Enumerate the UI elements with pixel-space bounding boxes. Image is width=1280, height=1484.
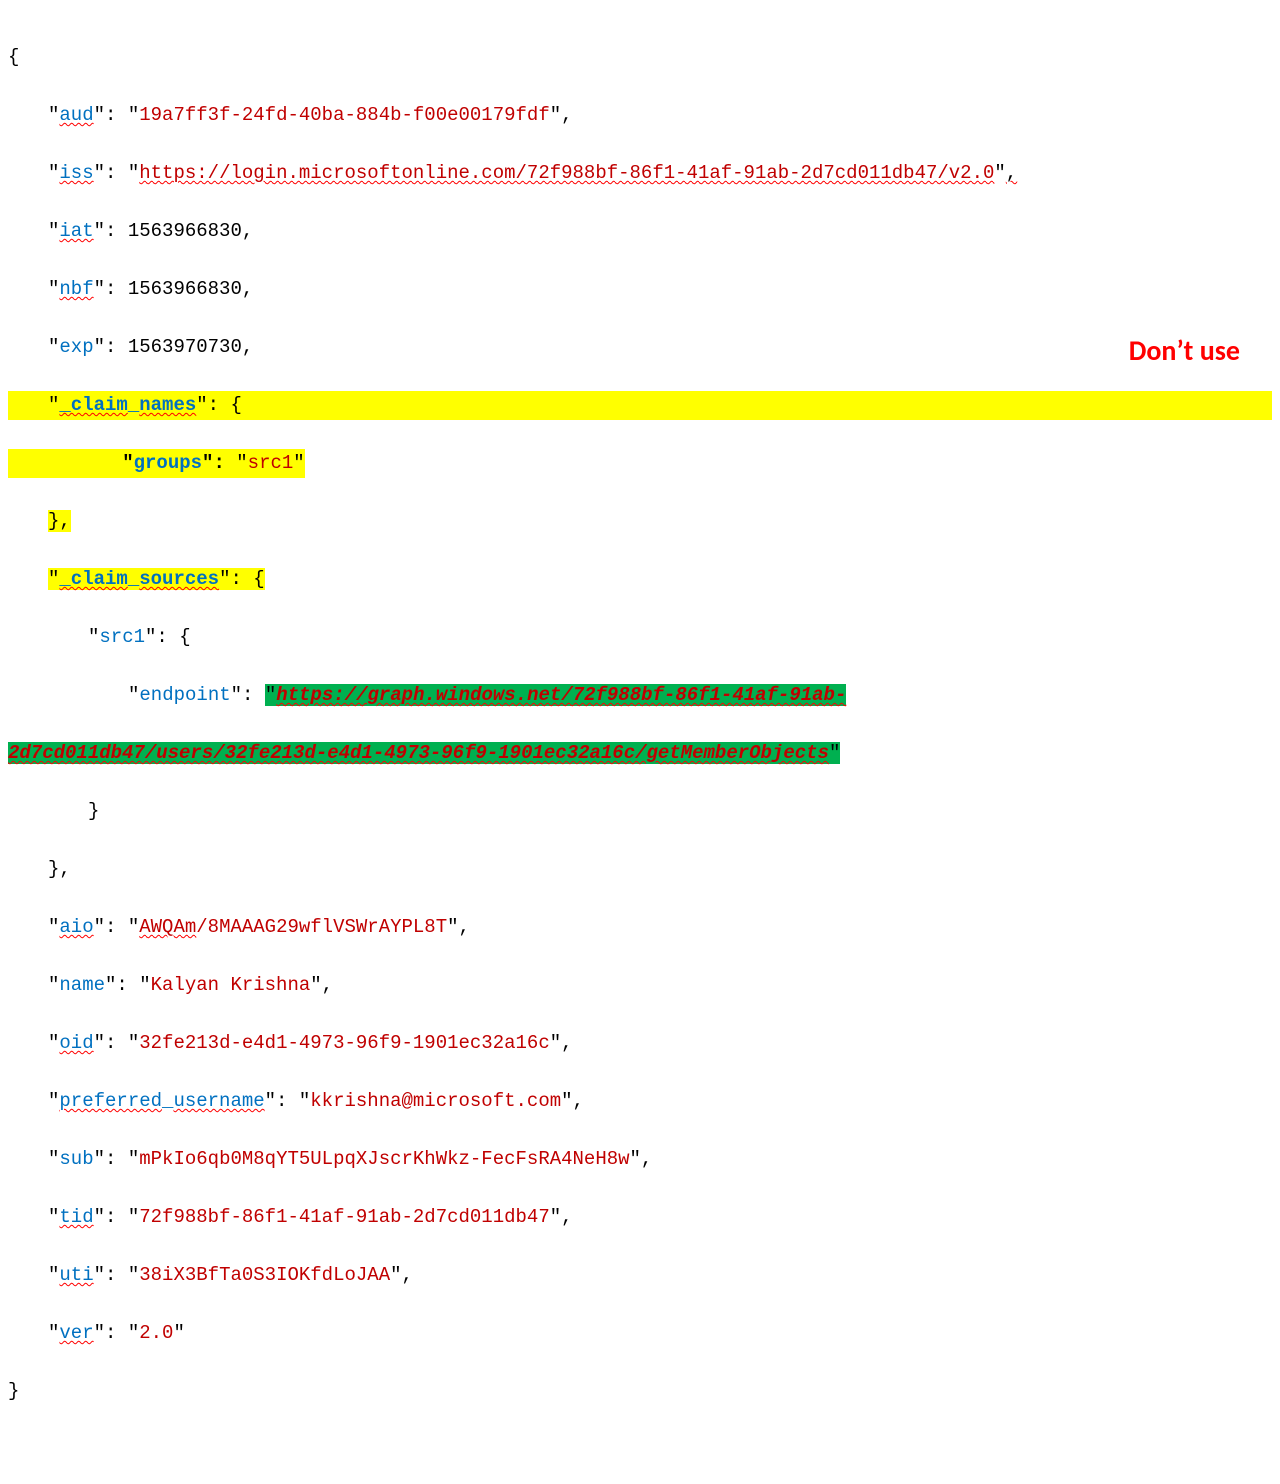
key-tid: tid: [59, 1206, 93, 1228]
key-claim-sources-part: _claim: [59, 568, 127, 590]
key-claim-sources-part: sources: [139, 568, 219, 590]
val-uti: 38iX3BfTa0S3IOKfdLoJAA: [139, 1264, 390, 1286]
val-exp: 1563970730: [128, 336, 242, 358]
code-line: "src1": {: [8, 623, 1272, 652]
key-aio: aio: [59, 916, 93, 938]
code-line: 2d7cd011db47/users/32fe213d-e4d1-4973-96…: [8, 739, 1272, 768]
code-line: "aio": "AWQAm/8MAAAG29wflVSWrAYPL8T",: [8, 913, 1272, 942]
key-claim-names-part: names: [139, 394, 196, 416]
key-pref-user-part: preferred: [59, 1090, 162, 1112]
key-groups: groups: [134, 452, 202, 474]
code-line: "name": "Kalyan Krishna",: [8, 971, 1272, 1000]
code-line: "iss": "https://login.microsoftonline.co…: [8, 159, 1272, 188]
val-nbf: 1563966830: [128, 278, 242, 300]
key-exp: exp: [59, 336, 93, 358]
val-preferred-username: kkrishna@microsoft.com: [310, 1090, 561, 1112]
code-line: "oid": "32fe213d-e4d1-4973-96f9-1901ec32…: [8, 1029, 1272, 1058]
code-line: }: [8, 797, 1272, 826]
key-oid: oid: [59, 1032, 93, 1054]
key-src1: src1: [99, 626, 145, 648]
val-name: Kalyan Krishna: [151, 974, 311, 996]
annotation-dont-use: Don’t use: [1129, 336, 1240, 365]
key-endpoint: endpoint: [139, 684, 230, 706]
key-aud: aud: [59, 104, 93, 126]
code-line: "aud": "19a7ff3f-24fd-40ba-884b-f00e0017…: [8, 101, 1272, 130]
val-iss[interactable]: https://login.microsoftonline.com/72f988…: [139, 162, 994, 184]
code-line: "uti": "38iX3BfTa0S3IOKfdLoJAA",: [8, 1261, 1272, 1290]
code-line: "tid": "72f988bf-86f1-41af-91ab-2d7cd011…: [8, 1203, 1272, 1232]
val-endpoint-part2[interactable]: 2d7cd011db47/users/32fe213d-e4d1-4973-96…: [8, 742, 829, 764]
val-ver: 2.0: [139, 1322, 173, 1344]
key-uti: uti: [59, 1264, 93, 1286]
val-aio-part2: /8MAAAG29wflVSWrAYPL8T: [196, 916, 447, 938]
code-line: "_claim_sources": {: [8, 565, 1272, 594]
code-line: "iat": 1563966830,: [8, 217, 1272, 246]
val-groups: src1: [248, 452, 294, 474]
code-line: "preferred_username": "kkrishna@microsof…: [8, 1087, 1272, 1116]
key-sub: sub: [59, 1148, 93, 1170]
code-line: "ver": "2.0": [8, 1319, 1272, 1348]
code-line-highlight: "_claim_names": {: [8, 391, 1272, 420]
val-iat: 1563966830: [128, 220, 242, 242]
key-iss: iss: [59, 162, 93, 184]
val-endpoint-part1[interactable]: https://graph.windows.net/72f988bf-86f1-…: [276, 684, 846, 706]
code-line: "endpoint": "https://graph.windows.net/7…: [8, 681, 1272, 710]
key-ver: ver: [59, 1322, 93, 1344]
val-oid: 32fe213d-e4d1-4973-96f9-1901ec32a16c: [139, 1032, 549, 1054]
key-iat: iat: [59, 220, 93, 242]
code-line: {: [8, 43, 1272, 72]
key-claim-names-part: _claim: [59, 394, 127, 416]
code-line-highlight: "groups": "src1": [8, 449, 305, 478]
key-nbf: nbf: [59, 278, 93, 300]
val-aio-part1: AWQAm: [139, 916, 196, 938]
code-line: "exp": 1563970730,: [8, 333, 1272, 362]
val-aud: 19a7ff3f-24fd-40ba-884b-f00e00179fdf: [139, 104, 549, 126]
code-line: "nbf": 1563966830,: [8, 275, 1272, 304]
json-token-block: { "aud": "19a7ff3f-24fd-40ba-884b-f00e00…: [0, 0, 1280, 1484]
val-sub: mPkIo6qb0M8qYT5ULpqXJscrKhWkz-FecFsRA4Ne…: [139, 1148, 629, 1170]
code-line: },: [8, 855, 1272, 884]
code-line: "sub": "mPkIo6qb0M8qYT5ULpqXJscrKhWkz-Fe…: [8, 1145, 1272, 1174]
key-name: name: [59, 974, 105, 996]
code-line: }: [8, 1377, 1272, 1406]
code-line: },: [8, 507, 1272, 536]
val-tid: 72f988bf-86f1-41af-91ab-2d7cd011db47: [139, 1206, 549, 1228]
key-pref-user-part: username: [173, 1090, 264, 1112]
